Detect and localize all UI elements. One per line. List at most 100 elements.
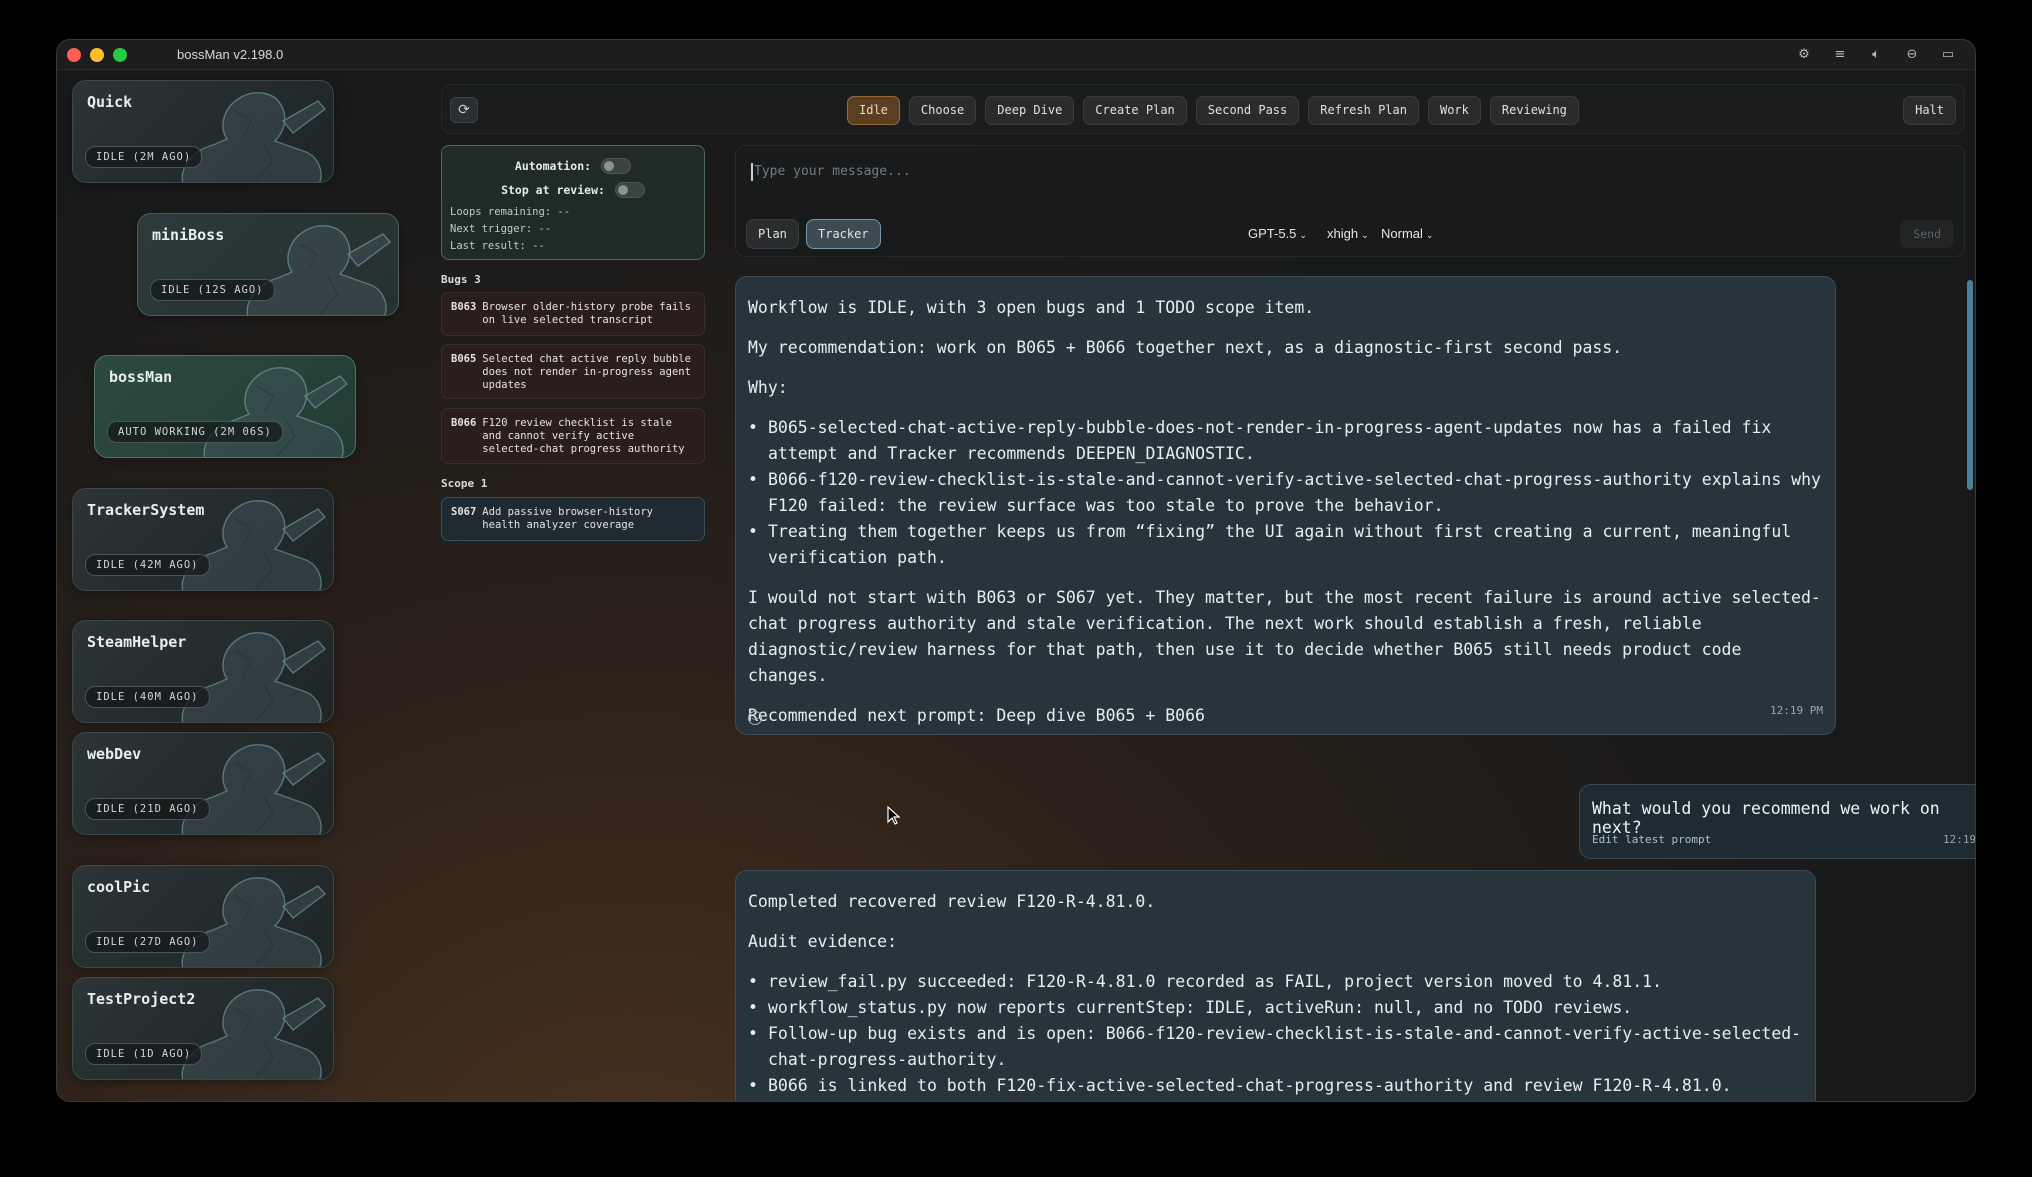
stop-at-review-label: Stop at review:: [501, 183, 605, 197]
automation-toggle[interactable]: [601, 158, 632, 174]
project-name: TestProject2: [87, 990, 196, 1008]
mouse-cursor-icon: [887, 806, 901, 825]
scope-section-title: Scope 1: [441, 477, 488, 490]
project-card[interactable]: bossMan AUTO WORKING (2M 06S): [94, 355, 356, 458]
halt-button[interactable]: Halt: [1903, 96, 1956, 125]
mode-buttons: Idle Choose Deep Dive Create Plan Second Pas…: [847, 96, 1579, 125]
message-composer: Type your message... Plan Tracker GPT-5.…: [735, 145, 1965, 257]
project-name: SteamHelper: [87, 633, 187, 651]
last-result: Last result: --: [450, 240, 545, 252]
project-card[interactable]: TrackerSystem IDLE (42M AGO): [72, 488, 334, 591]
status-badge: IDLE (40M AGO): [85, 686, 210, 708]
chat-icon[interactable]: ▭: [1939, 46, 1957, 64]
mode-toolbar: ⟳ Idle Choose Deep Dive Create Plan Second P…: [441, 84, 1965, 134]
message-paragraph: Why:: [748, 378, 788, 397]
close-window-button[interactable]: [67, 47, 81, 62]
message-paragraph: My recommendation: work on B065 + B066 t…: [748, 338, 1623, 357]
status-badge: IDLE (12S AGO): [150, 279, 275, 301]
mode-button-choose[interactable]: Choose: [908, 96, 977, 125]
item-text: Browser older-history probe fails on liv…: [482, 301, 691, 326]
assistant-message: Completed recovered review F120-R-4.81.0…: [735, 870, 1816, 1101]
project-name: bossMan: [109, 368, 173, 386]
window-controls: [67, 47, 127, 62]
chevron-down-icon: ⌄: [1425, 230, 1434, 240]
scope-item[interactable]: S067 Add passive browser-history health a…: [441, 497, 705, 541]
bug-item[interactable]: B065 Selected chat active reply bubble do…: [441, 344, 705, 399]
send-button[interactable]: Send: [1900, 220, 1954, 248]
mode-button-idle[interactable]: Idle: [847, 96, 900, 125]
mode-button-refresh-plan[interactable]: Refresh Plan: [1308, 96, 1419, 125]
model-select[interactable]: GPT-5.5 ⌄: [1248, 226, 1307, 241]
chevron-down-icon: ⌄: [1361, 230, 1369, 240]
project-card[interactable]: miniBoss IDLE (12S AGO): [137, 213, 399, 316]
mode-button-create-plan[interactable]: Create Plan: [1083, 96, 1187, 125]
status-badge: IDLE (42M AGO): [85, 554, 210, 576]
project-name: Quick: [87, 93, 133, 111]
list-item: workflow_status.py now reports currentSt…: [748, 995, 1803, 1021]
speed-select[interactable]: Normal ⌄: [1381, 226, 1433, 241]
message-paragraph: Audit evidence:: [748, 932, 898, 951]
tracker-chip[interactable]: Tracker: [806, 219, 881, 249]
effort-select[interactable]: xhigh ⌄: [1327, 226, 1369, 241]
minus-circle-icon[interactable]: ⊖: [1903, 46, 1921, 64]
item-id: B066: [451, 417, 477, 429]
mode-button-work[interactable]: Work: [1427, 96, 1481, 125]
message-time: 12:19 PM: [1770, 704, 1823, 717]
item-text: Selected chat active reply bubble does n…: [482, 353, 691, 391]
message-input[interactable]: Type your message...: [754, 164, 911, 179]
project-card[interactable]: Quick IDLE (2M AGO): [72, 80, 334, 183]
titlebar-icons: ⚙ ≡ 🔈︎ ⊖ ▭: [1795, 46, 1957, 64]
menu-icon[interactable]: ≡: [1831, 46, 1849, 64]
status-badge: IDLE (1D AGO): [85, 1043, 203, 1065]
chat-scrollbar[interactable]: [1967, 280, 1973, 490]
maximize-window-button[interactable]: [113, 47, 127, 62]
bug-item[interactable]: B066 F120 review checklist is stale and c…: [441, 408, 705, 464]
message-paragraph: Recommended next prompt: Deep dive B065 …: [748, 706, 1205, 725]
mode-button-second-pass[interactable]: Second Pass: [1195, 96, 1300, 125]
smile-reaction-icon[interactable]: ◡: [748, 711, 762, 725]
message-paragraph: Workflow is IDLE, with 3 open bugs and 1…: [748, 298, 1315, 317]
status-badge: IDLE (27D AGO): [85, 931, 210, 953]
bug-item[interactable]: B063 Browser older-history probe fails on…: [441, 292, 705, 336]
project-name: coolPic: [87, 878, 151, 896]
list-item: B066 is linked to both F120-fix-active-s…: [748, 1073, 1803, 1099]
mode-button-reviewing[interactable]: Reviewing: [1489, 96, 1579, 125]
project-name: TrackerSystem: [87, 501, 205, 519]
volume-icon[interactable]: 🔈︎: [1867, 46, 1885, 64]
user-message-text: What would you recommend we work on next…: [1592, 799, 1940, 837]
loops-remaining: Loops remaining: --: [450, 206, 571, 218]
list-item: bug_list.py shows B065 open with last fi…: [748, 1099, 1803, 1101]
minimize-window-button[interactable]: [90, 47, 104, 62]
list-item: Follow-up bug exists and is open: B066-f…: [748, 1021, 1803, 1073]
edit-latest-prompt-link[interactable]: Edit latest prompt: [1592, 833, 1711, 846]
stop-at-review-toggle[interactable]: [614, 182, 645, 198]
message-paragraph: I would not start with B063 or S067 yet.…: [748, 588, 1821, 685]
project-card[interactable]: coolPic IDLE (27D AGO): [72, 865, 334, 968]
list-item: B065-selected-chat-active-reply-bubble-d…: [748, 415, 1823, 467]
bugs-section-title: Bugs 3: [441, 273, 481, 286]
mode-button-deep-dive[interactable]: Deep Dive: [985, 96, 1075, 125]
next-trigger: Next trigger: --: [450, 223, 552, 235]
refresh-icon[interactable]: ⟳: [450, 97, 478, 123]
text-caret: [751, 163, 753, 181]
chevron-down-icon: ⌄: [1299, 230, 1307, 240]
list-item: review_fail.py succeeded: F120-R-4.81.0 …: [748, 969, 1803, 995]
message-bullets: B065-selected-chat-active-reply-bubble-d…: [748, 415, 1823, 571]
item-id: S067: [451, 506, 477, 518]
list-item: B066-f120-review-checklist-is-stale-and-…: [748, 467, 1823, 519]
item-id: B063: [451, 301, 477, 313]
message-paragraph: Completed recovered review F120-R-4.81.0…: [748, 892, 1156, 911]
item-text: F120 review checklist is stale and canno…: [482, 417, 685, 455]
automation-panel: Automation: Stop at review: Loops remain…: [441, 145, 705, 260]
list-item: Treating them together keeps us from “fi…: [748, 519, 1823, 571]
project-card[interactable]: SteamHelper IDLE (40M AGO): [72, 620, 334, 723]
project-card[interactable]: TestProject2 IDLE (1D AGO): [72, 977, 334, 1080]
plan-chip[interactable]: Plan: [746, 219, 799, 249]
project-card[interactable]: webDev IDLE (21D AGO): [72, 732, 334, 835]
message-time: 12:19 PM: [1943, 833, 1976, 846]
settings-icon[interactable]: ⚙: [1795, 46, 1813, 64]
item-id: B065: [451, 353, 477, 365]
title-bar: bossMan v2.198.0 ⚙ ≡ 🔈︎ ⊖ ▭: [57, 40, 1975, 70]
item-text: Add passive browser-history health analy…: [482, 506, 653, 531]
status-badge: IDLE (21D AGO): [85, 798, 210, 820]
